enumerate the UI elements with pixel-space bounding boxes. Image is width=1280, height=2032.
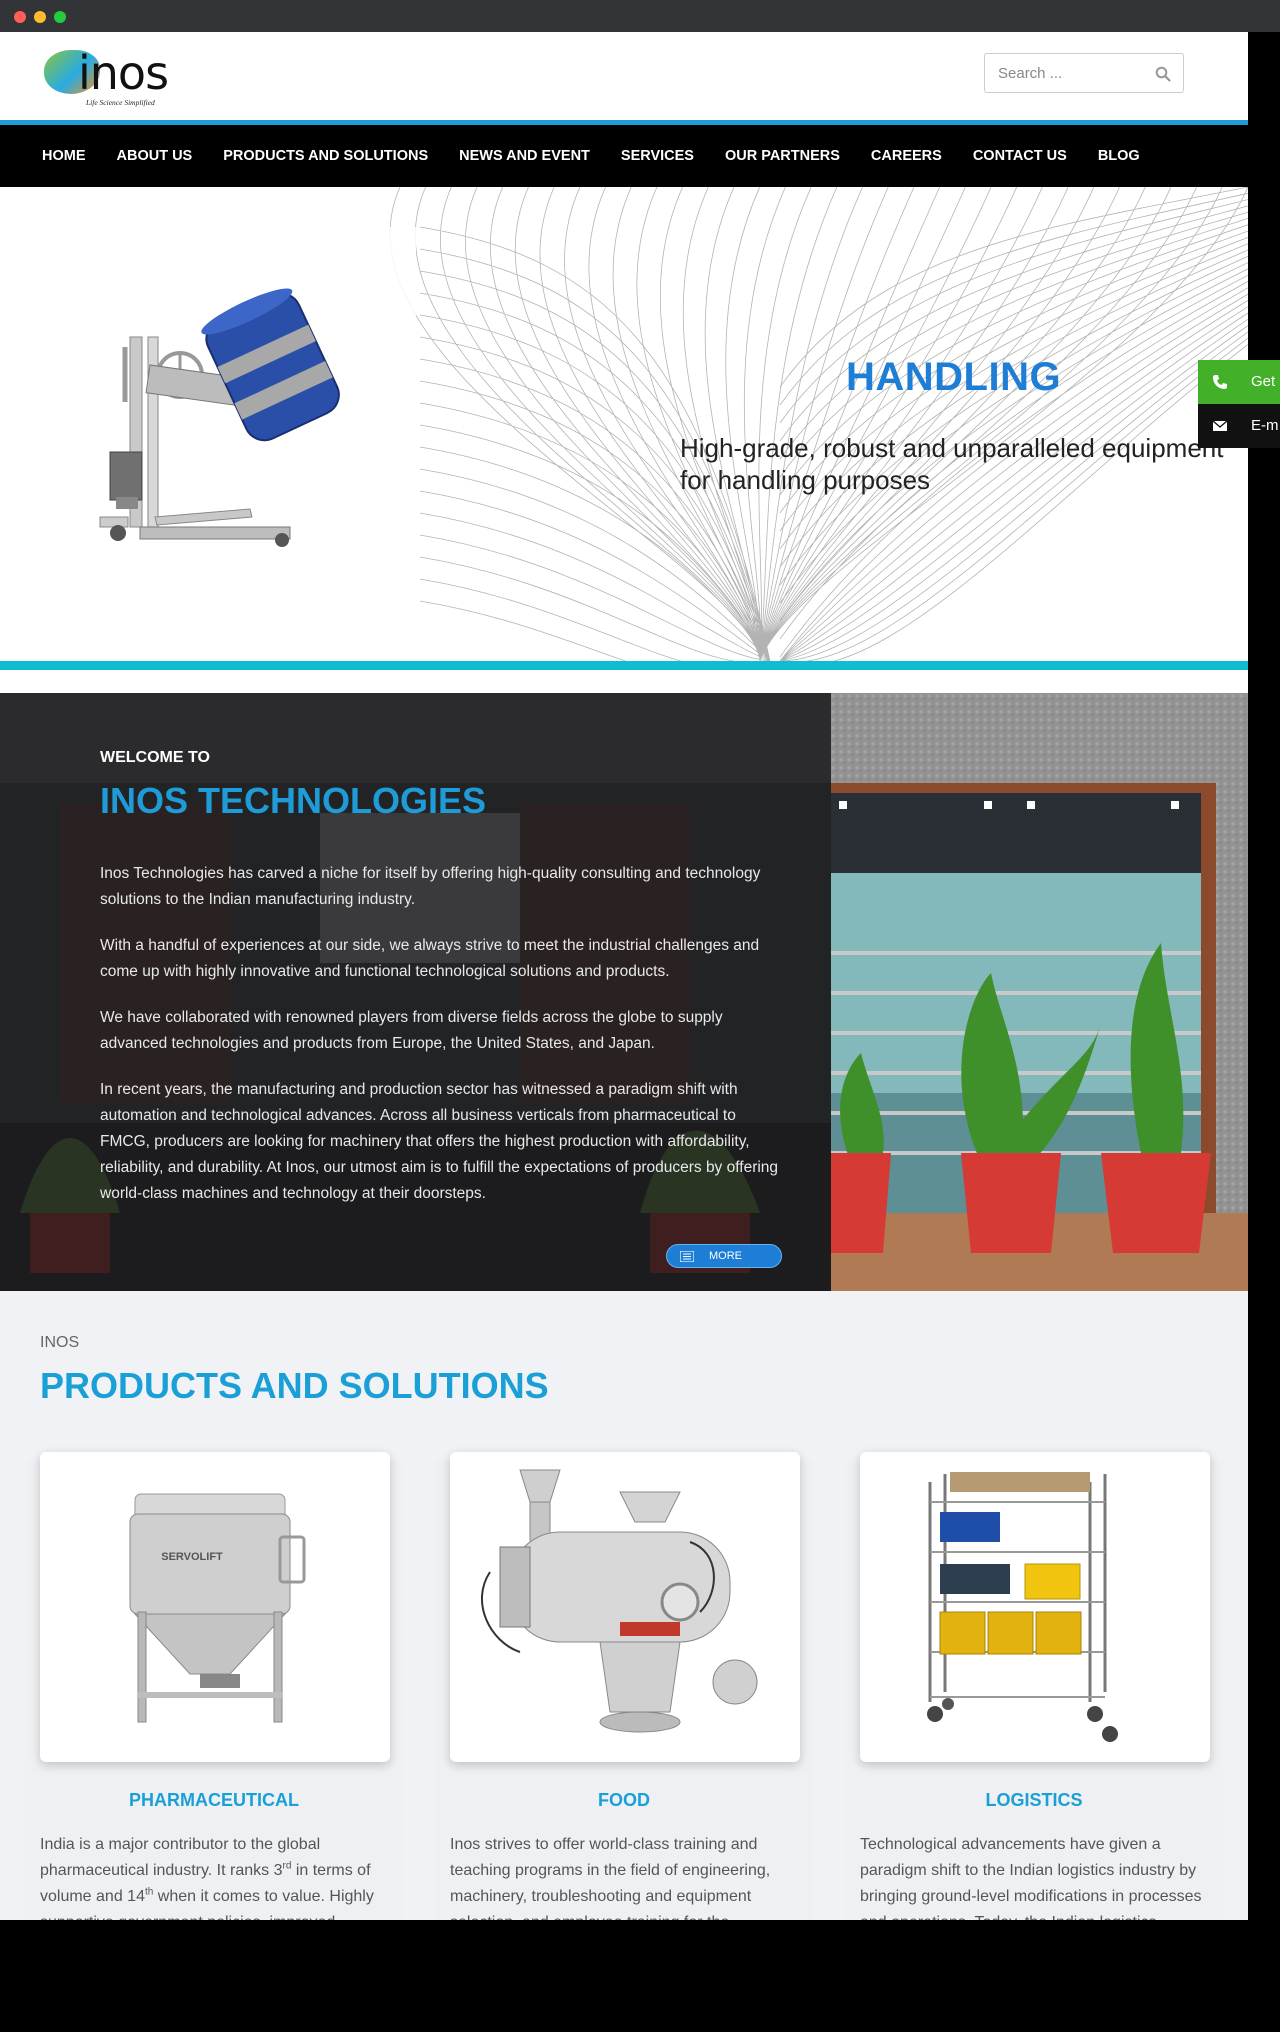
- more-button-label: MORE: [709, 1250, 742, 1262]
- nav-contact-us[interactable]: CONTACT US: [973, 148, 1067, 164]
- welcome-paragraph: Inos Technologies has carved a niche for…: [100, 865, 761, 908]
- product-logo-text: SERVOLIFT: [161, 1551, 223, 1563]
- welcome-title: INOS TECHNOLOGIES: [100, 780, 487, 821]
- hero-image-panel: [0, 227, 416, 661]
- wire-cart-illustration: [927, 1472, 1118, 1742]
- hero-title: HANDLING: [846, 355, 1062, 399]
- product-card-text: Technological advancements have given a …: [860, 1836, 1202, 1920]
- products-section: INOS PRODUCTS AND SOLUTIONS SERVOLIFT PH…: [0, 1291, 1248, 1920]
- drum-lifter-illustration: [99, 288, 340, 547]
- list-icon: [680, 1251, 694, 1262]
- hero-divider: [0, 661, 1248, 670]
- minimize-window-button[interactable]: [34, 11, 46, 23]
- email-float-button[interactable]: E-m: [1198, 404, 1280, 448]
- search-box: [984, 53, 1184, 93]
- product-card-image[interactable]: [450, 1452, 800, 1762]
- close-window-button[interactable]: [14, 11, 26, 23]
- welcome-paragraph: In recent years, the manufacturing and p…: [100, 1081, 779, 1202]
- logo-tagline: Life Science Simplified: [86, 98, 155, 107]
- main-navigation: HOME ABOUT US PRODUCTS AND SOLUTIONS NEW…: [0, 120, 1248, 187]
- call-float-label: Get: [1251, 373, 1276, 390]
- site-header: inos Life Science Simplified: [0, 32, 1248, 120]
- product-card-title[interactable]: FOOD: [435, 1790, 813, 1811]
- product-card-food[interactable]: FOOD Inos strives to offer world-class t…: [435, 1452, 813, 1920]
- ibc-container-illustration: SERVOLIFT: [129, 1493, 306, 1723]
- nav-services[interactable]: SERVICES: [621, 148, 694, 164]
- page-viewport: inos Life Science Simplified HOME ABOUT …: [0, 32, 1248, 1920]
- welcome-kicker: WELCOME TO: [100, 749, 210, 766]
- nav-our-partners[interactable]: OUR PARTNERS: [725, 148, 840, 164]
- product-card-image[interactable]: [860, 1452, 1210, 1762]
- product-card-image[interactable]: SERVOLIFT: [40, 1452, 390, 1762]
- maximize-window-button[interactable]: [54, 11, 66, 23]
- nav-about-us[interactable]: ABOUT US: [117, 148, 193, 164]
- hero-subtitle: High-grade, robust and unparalleled equi…: [680, 433, 1224, 495]
- entrance-photo: [831, 693, 1248, 1291]
- product-card-pharmaceutical[interactable]: SERVOLIFT PHARMACEUTICAL India is a majo…: [25, 1452, 403, 1920]
- nav-products-and-solutions[interactable]: PRODUCTS AND SOLUTIONS: [223, 148, 428, 164]
- product-card-logistics[interactable]: LOGISTICS Technological advancements hav…: [845, 1452, 1223, 1920]
- products-title: PRODUCTS AND SOLUTIONS: [40, 1365, 549, 1406]
- magnifier-icon[interactable]: [1155, 66, 1171, 82]
- nav-home[interactable]: HOME: [42, 148, 86, 164]
- product-card-text: India is a major contributor to the glob…: [40, 1836, 374, 1920]
- logo-wordmark: inos: [78, 46, 169, 100]
- hero-slider[interactable]: HANDLING High-grade, robust and unparall…: [0, 187, 1248, 661]
- more-button[interactable]: MORE: [666, 1244, 782, 1268]
- email-float-label: E-m: [1251, 417, 1279, 434]
- products-kicker: INOS: [40, 1334, 80, 1351]
- call-float-button[interactable]: Get: [1198, 360, 1280, 404]
- browser-titlebar: [0, 0, 1280, 32]
- envelope-icon: [1212, 420, 1228, 431]
- inos-logo[interactable]: inos Life Science Simplified: [44, 44, 176, 108]
- nav-careers[interactable]: CAREERS: [871, 148, 942, 164]
- welcome-body: Inos Technologies has carved a niche for…: [100, 861, 790, 1227]
- welcome-section: WELCOME TO INOS TECHNOLOGIES Inos Techno…: [0, 693, 1248, 1291]
- nav-news-and-event[interactable]: NEWS AND EVENT: [459, 148, 590, 164]
- product-card-text: Inos strives to offer world-class traini…: [450, 1836, 771, 1920]
- product-card-title[interactable]: PHARMACEUTICAL: [25, 1790, 403, 1811]
- nav-blog[interactable]: BLOG: [1098, 148, 1140, 164]
- search-input[interactable]: [985, 54, 1145, 92]
- product-card-title[interactable]: LOGISTICS: [845, 1790, 1223, 1811]
- mixer-machine-illustration: [480, 1469, 758, 1733]
- phone-icon: [1213, 375, 1227, 389]
- mesh-lines: [389, 187, 1248, 661]
- welcome-paragraph: We have collaborated with renowned playe…: [100, 1009, 723, 1052]
- welcome-paragraph: With a handful of experiences at our sid…: [100, 937, 760, 980]
